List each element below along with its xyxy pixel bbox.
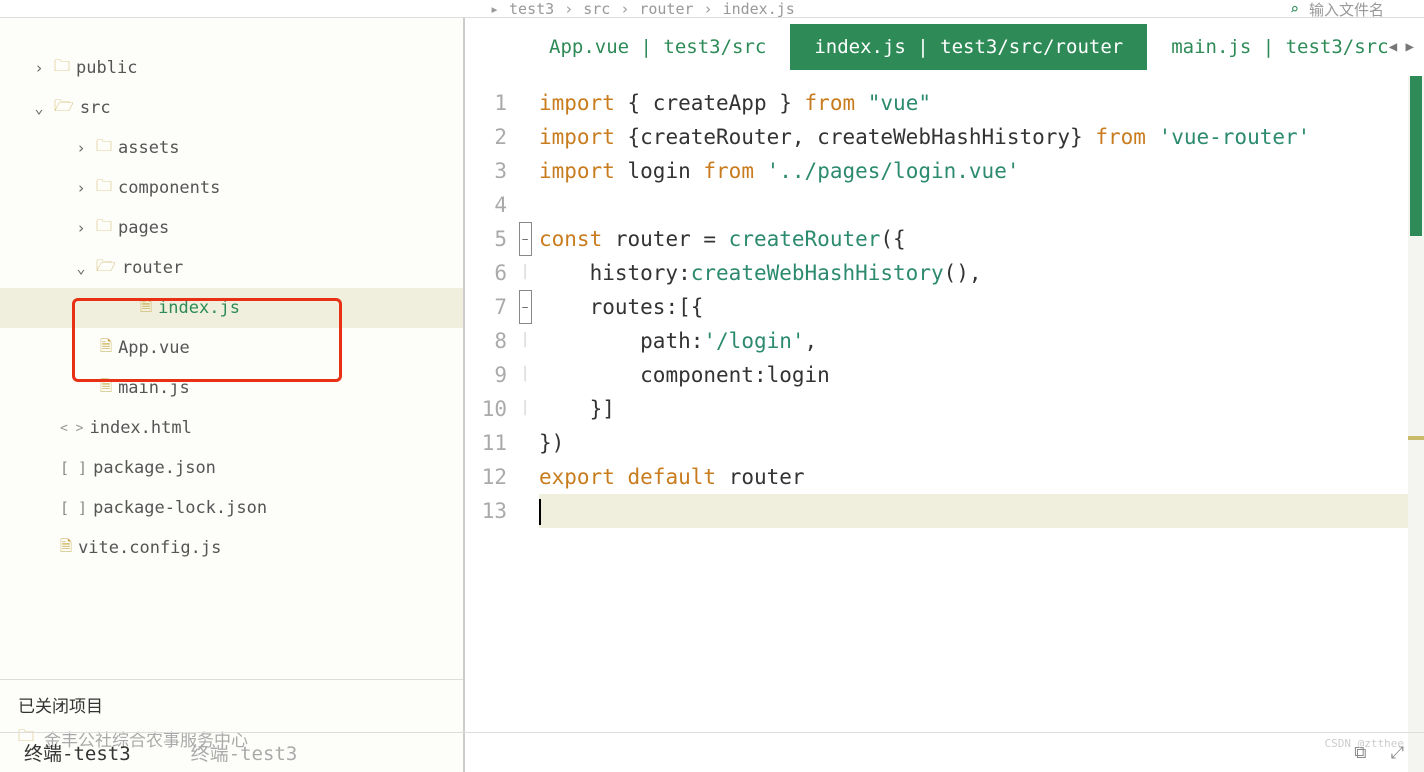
file-row[interactable]: [ ] package.json: [0, 448, 463, 488]
tree-item-label: public: [76, 58, 137, 78]
breadcrumb-icon: ▸: [490, 0, 499, 18]
tree-item-label: assets: [118, 138, 179, 158]
editor-area: App.vue | test3/srcindex.js | test3/src/…: [465, 18, 1424, 772]
breadcrumb-seg[interactable]: test3: [509, 0, 554, 18]
folder-row[interactable]: ⌄ 🗁 router: [0, 248, 463, 288]
tree-item-label: router: [122, 258, 183, 278]
editor-tab[interactable]: index.js | test3/src/router: [790, 24, 1147, 70]
bottom-panel-tabs: 终端-test3 终端-test3 ⧉ ⤢: [0, 732, 1424, 772]
tree-item-label: main.js: [118, 378, 190, 398]
chevron-icon[interactable]: ›: [30, 59, 48, 77]
tab-nav-arrows[interactable]: ◀ ▶: [1389, 39, 1414, 55]
search-area[interactable]: ⌕ 输入文件名: [1290, 0, 1384, 18]
file-icon: [ ]: [60, 499, 87, 517]
chevron-icon[interactable]: ⌄: [72, 259, 90, 277]
folder-icon: 🗀: [96, 215, 112, 242]
file-icon: 🗎: [100, 336, 112, 361]
sidebar: › 🗀 public ⌄ 🗁 src › 🗀 assets › 🗀 components › 🗀 pages…: [0, 18, 465, 772]
watermark: CSDN @ztthee: [1325, 737, 1404, 750]
tree-item-label: App.vue: [118, 338, 190, 358]
editor-tab[interactable]: main.js | test3/src: [1147, 24, 1412, 70]
breadcrumb: ▸ test3 › src › router › index.js: [490, 0, 795, 18]
fold-column: −│−│││: [515, 76, 535, 772]
file-row[interactable]: 🗎 vite.config.js: [0, 528, 463, 568]
chevron-icon[interactable]: ⌄: [30, 99, 48, 117]
tree-item-label: package-lock.json: [93, 498, 267, 518]
file-row[interactable]: 🗎 App.vue: [0, 328, 463, 368]
fold-toggle-icon[interactable]: −: [519, 290, 532, 324]
tree-item-label: index.js: [158, 298, 240, 318]
file-icon: 🗎: [140, 296, 152, 321]
fold-toggle-icon[interactable]: −: [519, 222, 532, 256]
file-tree: › 🗀 public ⌄ 🗁 src › 🗀 assets › 🗀 components › 🗀 pages…: [0, 18, 463, 679]
folder-icon: 🗀: [54, 55, 70, 82]
breadcrumb-seg[interactable]: src: [583, 0, 610, 18]
text-cursor: [539, 499, 541, 525]
file-row[interactable]: 🗎 index.js: [0, 288, 463, 328]
terminal-tab[interactable]: 终端-test3: [24, 739, 131, 766]
file-row[interactable]: 🗎 main.js: [0, 368, 463, 408]
tree-item-label: src: [80, 98, 111, 118]
terminal-tab[interactable]: 终端-test3: [191, 739, 298, 766]
vertical-scrollbar[interactable]: [1408, 76, 1424, 772]
code-editor[interactable]: 12345678910111213 −│−│││ import { create…: [465, 76, 1424, 772]
scrollbar-marker: [1408, 436, 1424, 440]
line-gutter: 12345678910111213: [465, 76, 515, 772]
code-content[interactable]: import { createApp } from "vue"import {c…: [535, 76, 1424, 772]
folder-icon: 🗁: [96, 255, 116, 282]
chevron-icon[interactable]: ›: [72, 179, 90, 197]
folder-icon: 🗀: [96, 175, 112, 202]
breadcrumb-seg[interactable]: router: [639, 0, 693, 18]
editor-tab[interactable]: App.vue | test3/src: [525, 24, 790, 70]
search-placeholder: 输入文件名: [1309, 0, 1384, 20]
folder-icon: 🗁: [54, 95, 74, 122]
folder-row[interactable]: › 🗀 public: [0, 48, 463, 88]
tree-item-label: package.json: [93, 458, 216, 478]
tree-item-label: components: [118, 178, 220, 198]
breadcrumb-seg[interactable]: index.js: [723, 0, 795, 18]
file-row[interactable]: [ ] package-lock.json: [0, 488, 463, 528]
tree-item-label: index.html: [89, 418, 191, 438]
file-icon: 🗎: [60, 536, 72, 561]
file-icon: 🗎: [100, 376, 112, 401]
chevron-icon[interactable]: ›: [72, 139, 90, 157]
file-icon: < >: [60, 421, 83, 436]
folder-icon: 🗀: [96, 135, 112, 162]
tree-item-label: vite.config.js: [78, 538, 221, 558]
folder-row[interactable]: › 🗀 components: [0, 168, 463, 208]
folder-row[interactable]: › 🗀 assets: [0, 128, 463, 168]
chevron-icon[interactable]: ›: [72, 219, 90, 237]
search-icon: ⌕: [1290, 0, 1299, 18]
file-icon: [ ]: [60, 459, 87, 477]
tree-item-label: pages: [118, 218, 169, 238]
folder-row[interactable]: › 🗀 pages: [0, 208, 463, 248]
closed-projects-label: 已关闭项目: [18, 692, 445, 717]
scrollbar-thumb[interactable]: [1410, 76, 1422, 236]
folder-row[interactable]: ⌄ 🗁 src: [0, 88, 463, 128]
file-row[interactable]: < > index.html: [0, 408, 463, 448]
editor-tabs: App.vue | test3/srcindex.js | test3/src/…: [465, 18, 1424, 76]
